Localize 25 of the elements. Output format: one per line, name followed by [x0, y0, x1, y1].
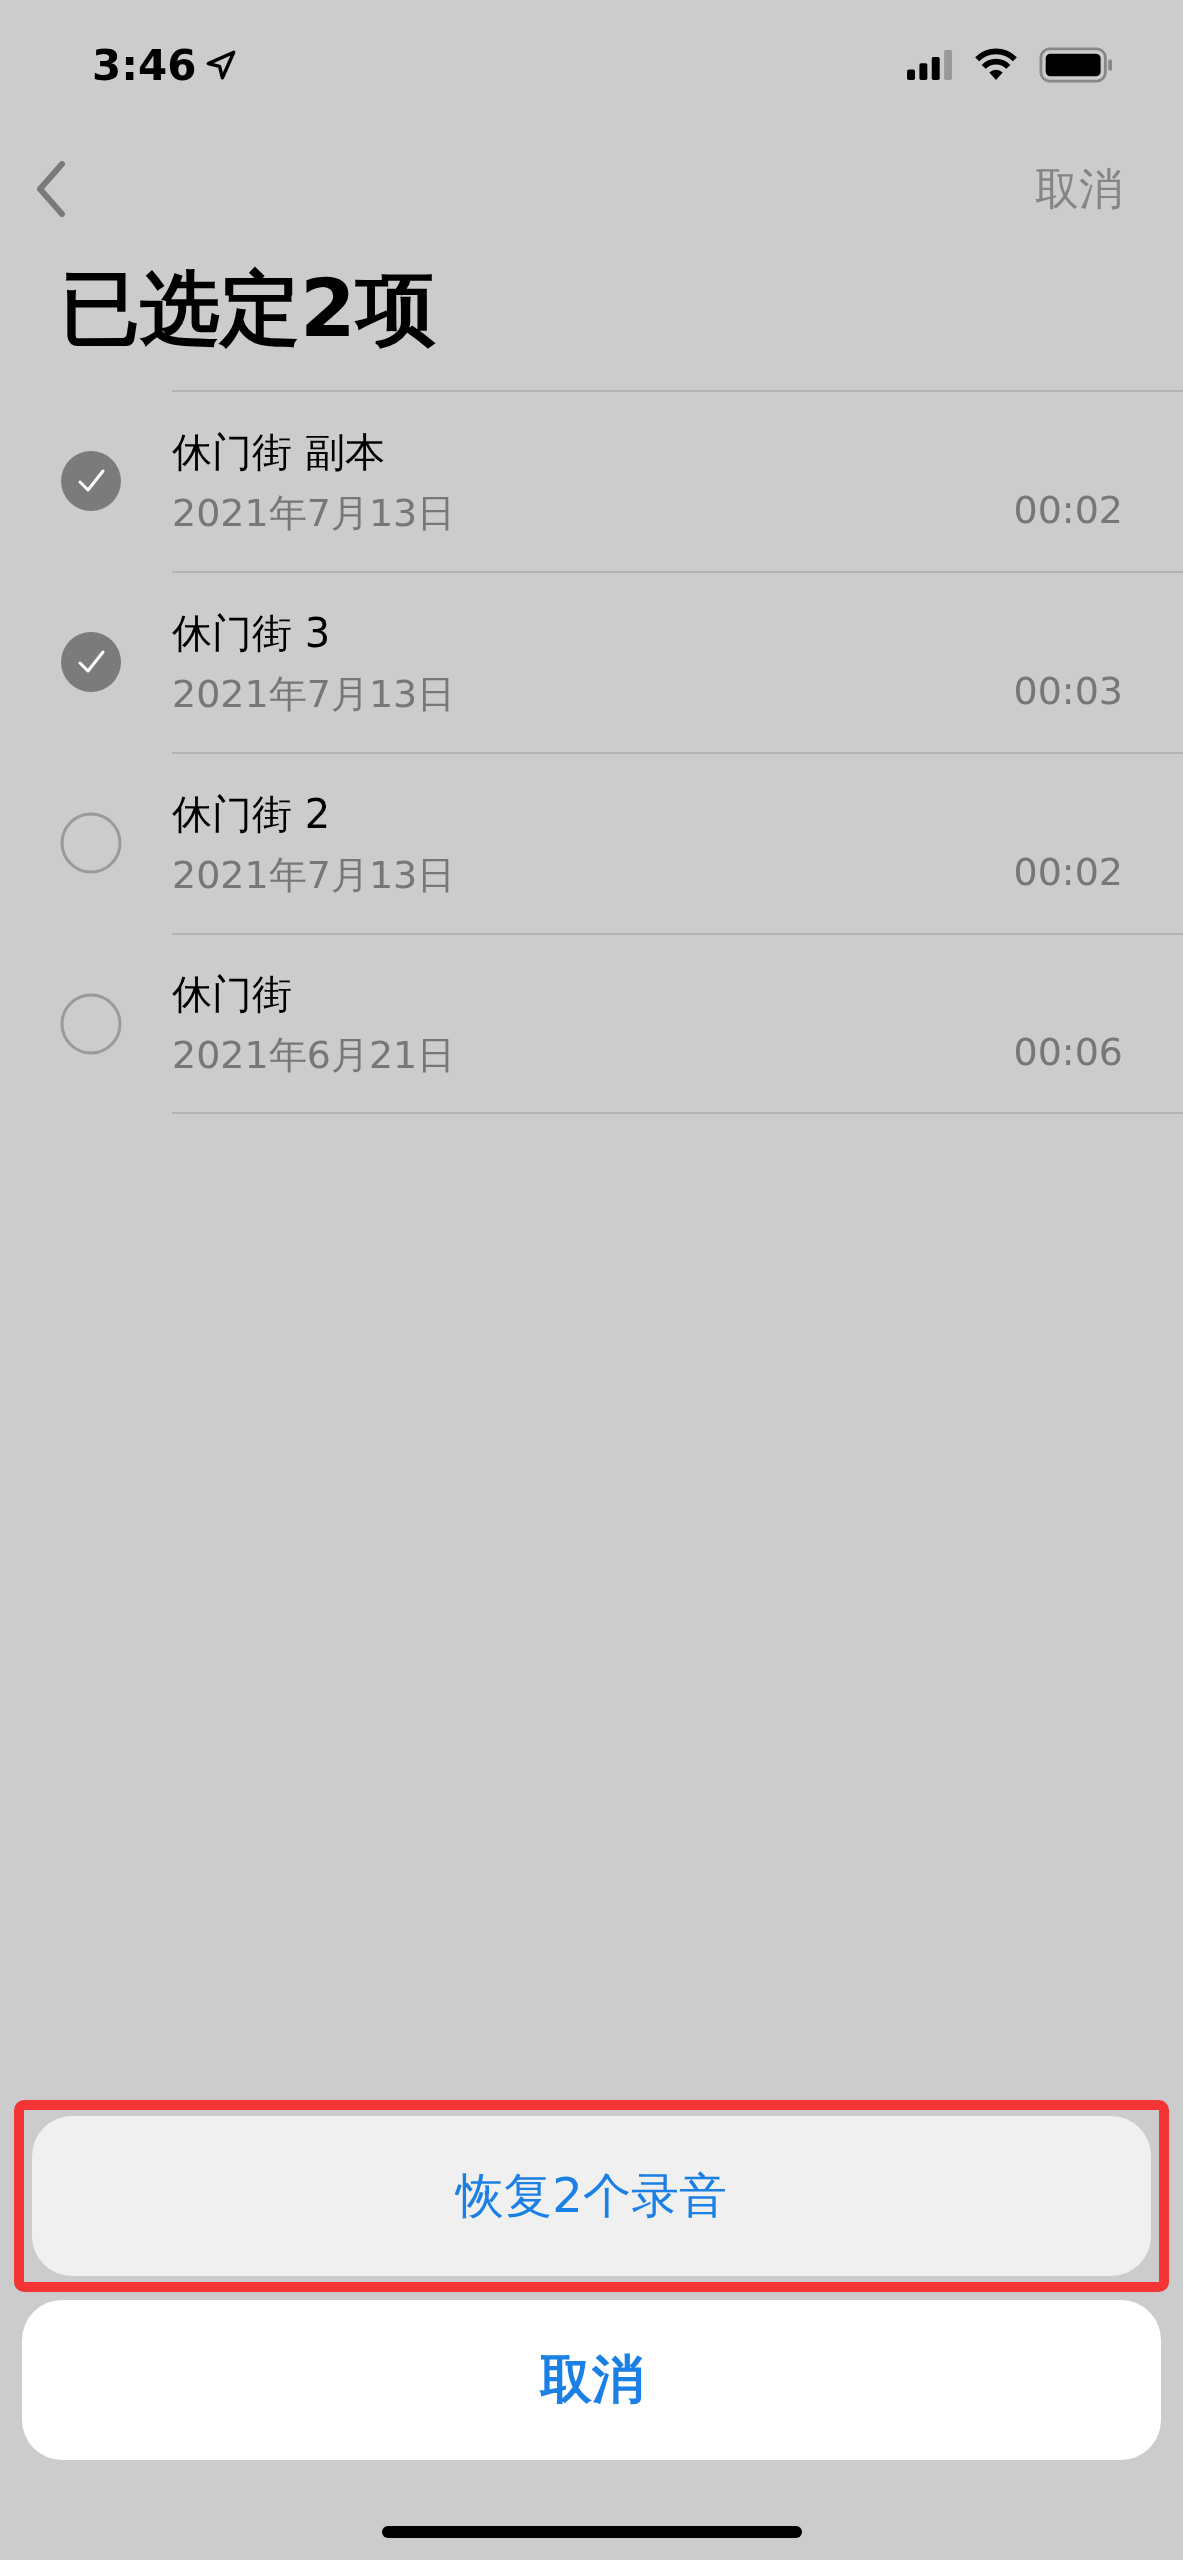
back-chevron-icon[interactable] [36, 161, 66, 217]
selection-checkbox[interactable] [60, 449, 122, 512]
recording-duration: 00:06 [1013, 1029, 1123, 1076]
battery-icon [1039, 47, 1113, 83]
wifi-icon [973, 48, 1019, 82]
signal-icon [907, 50, 953, 80]
recording-name: 休门街 3 [172, 608, 331, 658]
cancel-button[interactable]: 取消 [22, 2300, 1161, 2460]
recording-duration: 00:02 [1013, 487, 1123, 534]
selection-checkbox[interactable] [60, 630, 122, 693]
recording-date: 2021年7月13日 [172, 489, 456, 537]
recording-name: 休门街 副本 [172, 427, 385, 477]
recording-duration: 00:02 [1013, 849, 1123, 896]
cancel-link[interactable]: 取消 [1035, 159, 1123, 219]
recording-date: 2021年7月13日 [172, 670, 456, 718]
status-time: 3:46 [92, 40, 197, 90]
recording-duration: 00:03 [1013, 668, 1123, 715]
page-title: 已选定2项 [59, 261, 437, 357]
recording-name: 休门街 [172, 969, 292, 1019]
recording-name: 休门街 2 [172, 789, 331, 839]
selection-checkbox[interactable] [60, 811, 122, 874]
recording-date: 2021年6月21日 [172, 1031, 456, 1079]
recording-date: 2021年7月13日 [172, 851, 456, 899]
selection-checkbox[interactable] [60, 992, 122, 1055]
restore-button[interactable]: 恢复2个录音 [32, 2116, 1151, 2276]
